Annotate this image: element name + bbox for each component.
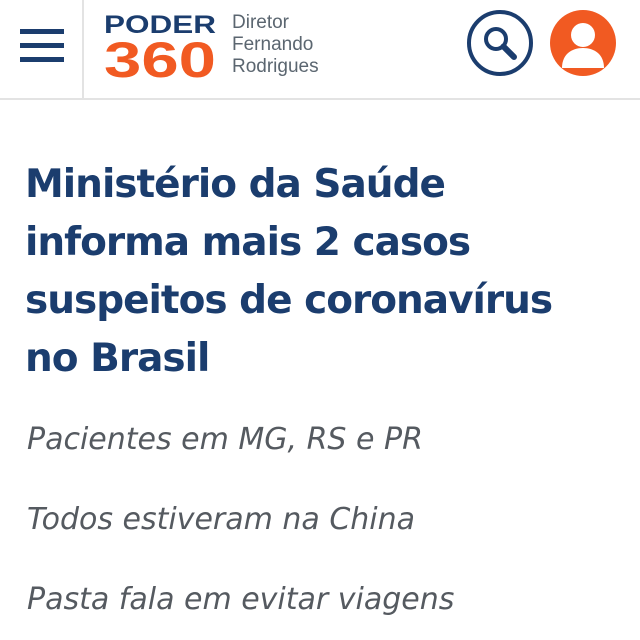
hamburger-menu-icon xyxy=(20,29,64,62)
director-line: Diretor xyxy=(232,12,290,33)
site-header: PODER 360 Diretor Fernando Rodrigues xyxy=(0,0,640,100)
headline-line: suspeitos de coronavírus xyxy=(25,278,553,323)
page: PODER 360 Diretor Fernando Rodrigues Min… xyxy=(0,0,640,640)
article-headline: Ministério da Saúde informa mais 2 casos… xyxy=(25,156,625,388)
search-icon xyxy=(484,27,517,60)
user-account-button[interactable] xyxy=(550,10,616,76)
menu-button[interactable] xyxy=(0,0,84,100)
poder360-logo[interactable]: PODER 360 xyxy=(104,11,218,79)
headline-line: informa mais 2 casos xyxy=(25,220,471,265)
headline-line: no Brasil xyxy=(25,336,210,381)
headline-line: Ministério da Saúde xyxy=(25,162,446,207)
director-credit: Diretor Fernando Rodrigues xyxy=(232,12,319,78)
search-button[interactable] xyxy=(467,10,533,76)
article-summary-list: Pacientes em MG, RS e PR Todos estiveram… xyxy=(27,420,454,640)
user-avatar-icon xyxy=(562,23,604,68)
director-line: Fernando xyxy=(232,34,314,55)
summary-item: Pacientes em MG, RS e PR xyxy=(27,422,423,457)
summary-item: Todos estiveram na China xyxy=(27,502,416,537)
logo-number: 360 xyxy=(104,32,216,79)
summary-item: Pasta fala em evitar viagens xyxy=(27,582,455,617)
director-line: Rodrigues xyxy=(232,56,319,77)
